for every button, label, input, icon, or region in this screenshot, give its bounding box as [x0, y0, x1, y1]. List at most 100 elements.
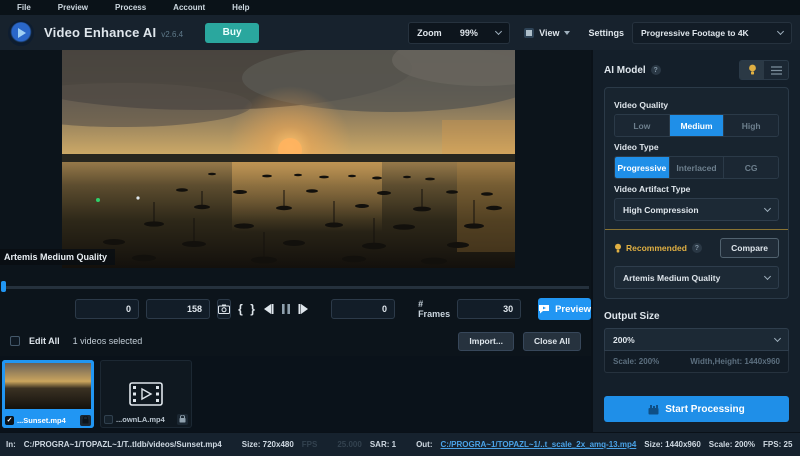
out-path-link[interactable]: C:/PROGRA~1/TOPAZL~1/..t_scale_2x_amq-13…: [441, 440, 637, 449]
settings-dropdown[interactable]: Progressive Footage to 4K: [632, 22, 792, 44]
chevron-down-icon: [764, 272, 771, 279]
view-label: View: [539, 28, 559, 38]
selection-status: 1 videos selected: [73, 336, 143, 346]
app-window: File Preview Process Account Help Video …: [0, 0, 800, 456]
thumbnail-filename: ...ownLA.mp4: [116, 415, 165, 424]
import-button[interactable]: Import...: [458, 332, 514, 351]
app-version: v2.6.4: [161, 30, 183, 39]
output-info-row: Scale: 200% Width,Height: 1440x960: [604, 351, 789, 373]
fps-value: 25.000: [337, 440, 361, 449]
preview-button-label: Preview: [555, 304, 591, 315]
processing-icon: [648, 404, 659, 415]
type-interlaced-button[interactable]: Interlaced: [670, 157, 725, 178]
thumbnail-downla[interactable]: ...ownLA.mp4: [100, 360, 192, 428]
recommended-mode-button[interactable]: [740, 61, 764, 79]
output-size-dropdown[interactable]: 200%: [604, 328, 789, 351]
model-value: Artemis Medium Quality: [623, 273, 720, 283]
video-preview[interactable]: [62, 50, 515, 268]
recommended-label: Recommended: [626, 243, 687, 253]
sunset-harbor-scene: [62, 50, 515, 268]
quality-medium-button[interactable]: Medium: [670, 115, 725, 136]
app-title: Video Enhance AI: [44, 25, 156, 40]
playback-controls: { } # Frames: [0, 296, 591, 322]
list-icon: [771, 66, 782, 75]
output-size-value: 200%: [613, 335, 635, 345]
zoom-control[interactable]: Zoom 99%: [408, 22, 510, 44]
timeline-scrubber[interactable]: [0, 280, 591, 292]
stage: Artemis Medium Quality { }: [0, 50, 591, 432]
out-fps: FPS: 25: [763, 440, 792, 449]
chevron-down-icon: [777, 27, 784, 34]
set-start-button[interactable]: {: [238, 299, 243, 319]
sar-value: SAR: 1: [370, 440, 396, 449]
quality-low-button[interactable]: Low: [615, 115, 670, 136]
bulb-icon: [614, 243, 622, 254]
video-type-label: Video Type: [614, 142, 779, 152]
settings-value: Progressive Footage to 4K: [641, 28, 749, 38]
file-strip: ✓ ...Sunset.mp4: [0, 356, 591, 432]
status-bar: In: C:/PROGRA~1/TOPAZL~1/T..tldb/videos/…: [0, 432, 800, 456]
thumbnail-checkbox[interactable]: ✓: [5, 416, 14, 425]
model-dropdown[interactable]: Artemis Medium Quality: [614, 266, 779, 289]
quality-high-button[interactable]: High: [724, 115, 778, 136]
lock-icon: [177, 414, 188, 425]
set-end-button[interactable]: }: [250, 299, 255, 319]
thumbnail-sunset[interactable]: ✓ ...Sunset.mp4: [2, 360, 94, 428]
artifact-type-dropdown[interactable]: High Compression: [614, 198, 779, 221]
in-path: C:/PROGRA~1/TOPAZL~1/T..tldb/videos/Suns…: [24, 440, 222, 449]
menu-preview[interactable]: Preview: [58, 3, 88, 12]
pause-button[interactable]: [281, 299, 291, 319]
start-frame-input[interactable]: [75, 299, 139, 319]
ai-model-title: AI Model: [604, 65, 646, 76]
help-icon[interactable]: ?: [651, 65, 661, 75]
lock-icon: [80, 415, 91, 426]
out-scale: Scale: 200%: [709, 440, 755, 449]
view-control[interactable]: View: [524, 28, 570, 38]
output-size-box: 200% Scale: 200% Width,Height: 1440x960: [604, 328, 789, 373]
menu-help[interactable]: Help: [232, 3, 249, 12]
snapshot-button[interactable]: [217, 299, 231, 319]
out-size: Size: 1440x960: [644, 440, 701, 449]
playhead[interactable]: [1, 281, 6, 292]
settings-panel: AI Model ? Video Quality Low Mediu: [591, 50, 800, 432]
help-icon[interactable]: ?: [692, 243, 702, 253]
close-all-button[interactable]: Close All: [523, 332, 581, 351]
caret-down-icon: [564, 31, 570, 35]
video-type-segment: Progressive Interlaced CG: [614, 156, 779, 179]
end-frame-input[interactable]: [146, 299, 210, 319]
settings-label: Settings: [588, 28, 624, 38]
frames-count-input[interactable]: [457, 299, 521, 319]
menubar: File Preview Process Account Help: [0, 0, 800, 15]
fps-label: FPS: [302, 440, 318, 449]
output-dimensions: Width,Height: 1440x960: [690, 357, 780, 366]
compare-button[interactable]: Compare: [720, 238, 779, 258]
header-bar: Video Enhance AI v2.6.4 Buy Zoom 99% Vie…: [0, 15, 800, 50]
in-size: Size: 720x480: [242, 440, 294, 449]
buy-button[interactable]: Buy: [205, 23, 259, 43]
video-quality-label: Video Quality: [614, 100, 779, 110]
step-forward-button[interactable]: [298, 299, 310, 319]
in-label: In:: [6, 440, 16, 449]
step-back-icon: [262, 303, 274, 315]
model-list-button[interactable]: [764, 61, 788, 79]
model-view-toggle: [739, 60, 789, 80]
start-processing-label: Start Processing: [665, 404, 744, 415]
edit-all-checkbox[interactable]: [10, 336, 20, 346]
current-frame-input[interactable]: [331, 299, 395, 319]
type-cg-button[interactable]: CG: [724, 157, 778, 178]
artifact-type-value: High Compression: [623, 205, 699, 215]
chevron-down-icon: [495, 27, 502, 34]
step-back-button[interactable]: [262, 299, 274, 319]
menu-process[interactable]: Process: [115, 3, 146, 12]
camera-icon: [218, 304, 230, 314]
type-progressive-button[interactable]: Progressive: [615, 157, 670, 178]
thumbnail-checkbox[interactable]: [104, 415, 113, 424]
frames-label: # Frames: [418, 299, 450, 319]
start-processing-button[interactable]: Start Processing: [604, 396, 789, 422]
view-icon: [524, 28, 534, 38]
artifact-type-label: Video Artifact Type: [614, 184, 779, 194]
menu-account[interactable]: Account: [173, 3, 205, 12]
zoom-label: Zoom: [417, 28, 442, 38]
preview-button[interactable]: Preview: [538, 298, 591, 320]
menu-file[interactable]: File: [17, 3, 31, 12]
